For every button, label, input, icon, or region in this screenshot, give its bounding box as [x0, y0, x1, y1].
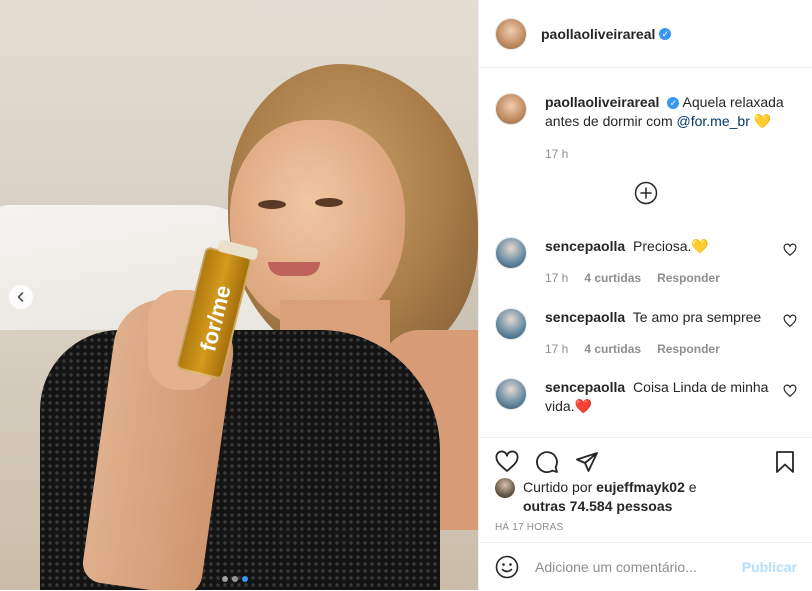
- instagram-post: for/me paollaoliveirareal ✓ paollaolivei…: [0, 0, 812, 590]
- post-actions-section: Curtido por eujeffmayk02 e outras 74.584…: [479, 437, 812, 590]
- author-avatar[interactable]: [495, 17, 527, 50]
- comment-body: sencepaolla Coisa Linda de minha vida.❤️: [545, 378, 797, 416]
- comment-like-icon[interactable]: [783, 314, 797, 328]
- comment-input[interactable]: [535, 559, 742, 575]
- comment-likes[interactable]: 4 curtidas: [584, 340, 641, 359]
- comment-button[interactable]: [535, 450, 559, 474]
- post-timestamp[interactable]: HÁ 17 HORAS: [495, 522, 563, 533]
- post-side-panel: paollaoliveirareal ✓ paollaoliveirareal ✓…: [478, 0, 812, 590]
- caption-username[interactable]: paollaoliveirareal: [545, 94, 659, 110]
- carousel-prev-button[interactable]: [9, 285, 33, 309]
- photo-eye-left: [258, 200, 286, 209]
- heart-icon: [495, 450, 519, 472]
- carousel-dot[interactable]: [232, 576, 238, 582]
- caption-emoji: 💛: [753, 113, 772, 129]
- caption-meta: 17 h: [545, 145, 797, 164]
- comment-emoji: 💛: [691, 238, 709, 254]
- liked-by-user[interactable]: eujeffmayk02: [596, 479, 685, 495]
- liked-by-conjunction: e: [688, 479, 697, 495]
- commenter-avatar[interactable]: [495, 378, 527, 410]
- caption-mention[interactable]: @for.me_br: [677, 113, 750, 129]
- comment-like-icon[interactable]: [783, 243, 797, 257]
- comment-body: sencepaolla Te amo pra sempree 17 h 4 cu…: [545, 308, 797, 359]
- chevron-left-icon: [17, 292, 24, 302]
- smiley-icon: [495, 555, 519, 579]
- comment-text: Te amo pra sempree: [632, 309, 762, 325]
- caption-time[interactable]: 17 h: [545, 145, 568, 164]
- action-bar: [495, 442, 797, 482]
- comment-body: sencepaolla Preciosa.💛 17 h 4 curtidas R…: [545, 237, 797, 288]
- liked-by-text: Curtido por eujeffmayk02 e outras 74.584…: [523, 478, 697, 516]
- comment-username[interactable]: sencepaolla: [545, 379, 625, 395]
- like-button[interactable]: [495, 450, 519, 474]
- plus-circle-icon: [634, 181, 658, 205]
- liked-by: Curtido por eujeffmayk02 e outras 74.584…: [495, 478, 797, 516]
- comment-reply-button[interactable]: Responder: [657, 269, 720, 288]
- liked-by-others[interactable]: outras 74.584 pessoas: [523, 498, 672, 514]
- photo-mouth: [268, 262, 320, 276]
- comment-username[interactable]: sencepaolla: [545, 238, 625, 254]
- carousel-dot-active[interactable]: [242, 576, 248, 582]
- liker-avatar[interactable]: [495, 478, 515, 498]
- caption-avatar[interactable]: [495, 93, 527, 125]
- commenter-avatar[interactable]: [495, 237, 527, 269]
- verified-badge-icon: ✓: [667, 97, 680, 110]
- post-photo[interactable]: for/me: [0, 0, 478, 590]
- comment-item: sencepaolla Preciosa.💛 17 h 4 curtidas R…: [495, 237, 797, 288]
- publish-button[interactable]: Publicar: [742, 559, 797, 575]
- caption: paollaoliveirareal ✓ Aquela relaxada ante…: [495, 93, 797, 164]
- commenter-avatar[interactable]: [495, 308, 527, 340]
- photo-eye-right: [315, 198, 343, 207]
- carousel-dot[interactable]: [222, 576, 228, 582]
- caption-body: paollaoliveirareal ✓ Aquela relaxada ante…: [545, 93, 797, 164]
- author-username[interactable]: paollaoliveirareal: [541, 26, 655, 42]
- comment-like-icon[interactable]: [783, 384, 797, 398]
- liked-by-prefix: Curtido por: [523, 479, 593, 495]
- verified-badge-icon: ✓: [659, 27, 672, 40]
- carousel-dots: [222, 576, 248, 582]
- paper-plane-icon: [576, 452, 598, 472]
- load-more-comments-button[interactable]: [634, 181, 658, 205]
- comment-username[interactable]: sencepaolla: [545, 309, 625, 325]
- post-header: paollaoliveirareal ✓: [479, 0, 812, 68]
- comment-emoji: ❤️: [574, 398, 593, 414]
- comment-item: sencepaolla Te amo pra sempree 17 h 4 cu…: [495, 308, 797, 359]
- add-comment-bar: Publicar: [479, 542, 812, 591]
- save-button[interactable]: [773, 450, 797, 474]
- emoji-button[interactable]: [495, 555, 519, 579]
- bookmark-icon: [776, 451, 794, 473]
- comment-icon: [536, 451, 558, 474]
- photo-face: [230, 120, 405, 330]
- comment-likes[interactable]: 4 curtidas: [584, 269, 641, 288]
- comments-section: paollaoliveirareal ✓ Aquela relaxada ante…: [479, 69, 812, 437]
- comment-meta: 17 h 4 curtidas Responder: [545, 269, 797, 288]
- comment-meta: 17 h 4 curtidas Responder: [545, 340, 797, 359]
- comment-time[interactable]: 17 h: [545, 269, 568, 288]
- comment-text: Preciosa.: [633, 238, 692, 254]
- comment-reply-button[interactable]: Responder: [657, 340, 720, 359]
- comment-item: sencepaolla Coisa Linda de minha vida.❤️: [495, 378, 797, 416]
- comment-time[interactable]: 17 h: [545, 340, 568, 359]
- share-button[interactable]: [575, 450, 599, 474]
